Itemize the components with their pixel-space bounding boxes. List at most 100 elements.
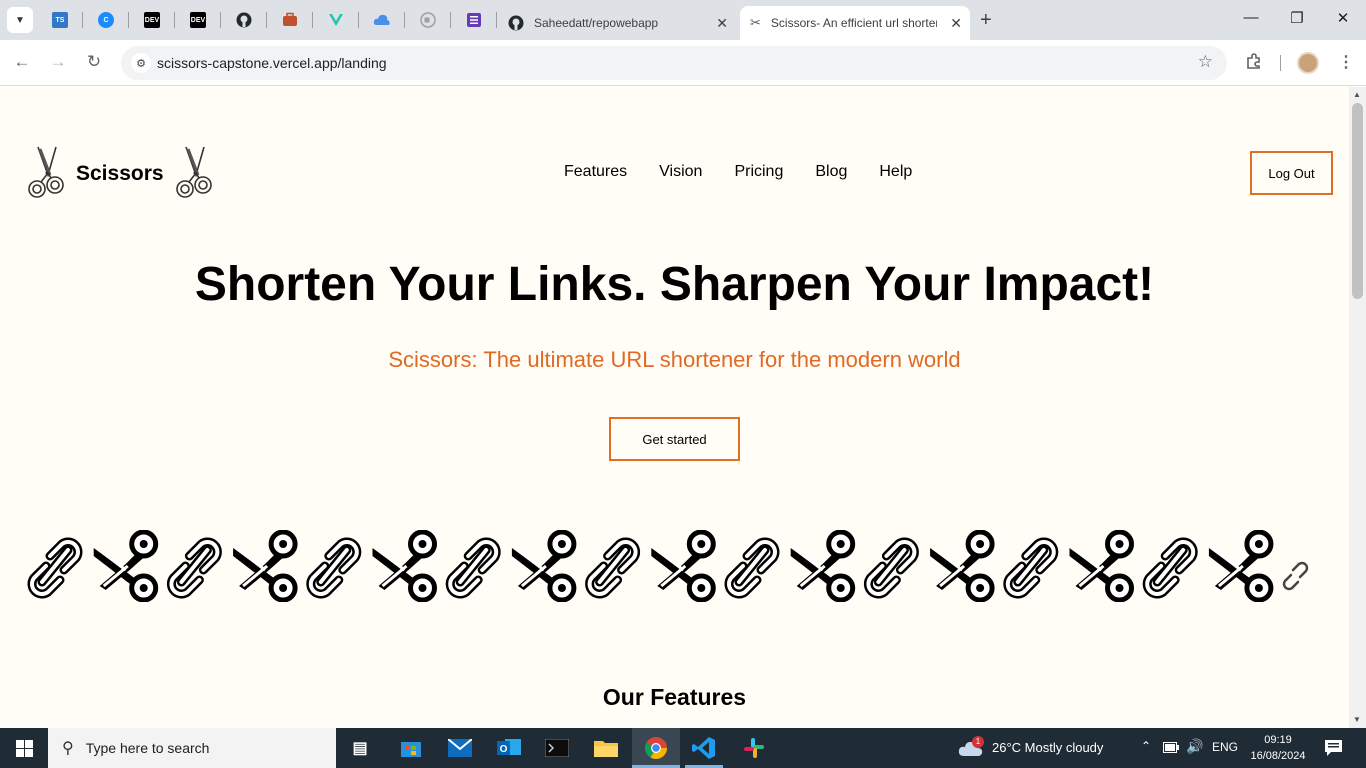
- terminal-icon[interactable]: [543, 734, 571, 762]
- scissors-icon: ✂: [750, 15, 761, 30]
- record-icon: [420, 12, 436, 28]
- close-icon[interactable]: ✕: [950, 15, 962, 32]
- address-bar[interactable]: ⚙ scissors-capstone.vercel.app/landing ☆: [121, 46, 1227, 80]
- scroll-down-icon[interactable]: ▼: [1353, 715, 1361, 724]
- briefcase-icon: [283, 12, 297, 26]
- menu-dots-icon[interactable]: ⋮: [1338, 52, 1354, 72]
- get-started-button[interactable]: Get started: [609, 417, 740, 461]
- reload-icon[interactable]: ↻: [84, 52, 104, 72]
- clock-time: 09:19: [1264, 734, 1292, 746]
- nav-vision[interactable]: Vision: [659, 163, 702, 181]
- slack-icon[interactable]: [740, 734, 768, 762]
- nav-features[interactable]: Features: [564, 163, 627, 181]
- scroll-thumb[interactable]: [1352, 103, 1363, 299]
- profile-avatar[interactable]: [1297, 52, 1319, 74]
- restore-icon[interactable]: ❐: [1287, 9, 1307, 27]
- chrome-c-icon: C: [98, 12, 114, 28]
- clock-date: 16/08/2024: [1250, 750, 1306, 762]
- tab-strip: ▼ TS C DEV DEV Saheedatt/repowebapp ✕ ✂ …: [0, 0, 1366, 40]
- svg-text:O: O: [500, 744, 508, 755]
- scissors-icon: [1070, 532, 1132, 600]
- pinned-tab-form[interactable]: [462, 8, 486, 32]
- pinned-tab-c[interactable]: C: [94, 8, 118, 32]
- pinned-tab-dev-2[interactable]: DEV: [186, 8, 210, 32]
- windows-start-icon[interactable]: [16, 740, 33, 757]
- tab-search-button[interactable]: ▼: [7, 7, 33, 33]
- scissors-icon: [512, 532, 574, 600]
- new-tab-button[interactable]: +: [980, 9, 992, 32]
- tab-repowebapp[interactable]: Saheedatt/repowebapp ✕: [498, 6, 736, 40]
- close-icon[interactable]: ✕: [716, 15, 728, 32]
- bookmark-star-icon[interactable]: ☆: [1198, 52, 1213, 72]
- nav-help[interactable]: Help: [879, 163, 912, 181]
- weather-text: 26°C Mostly cloudy: [992, 740, 1104, 755]
- back-icon[interactable]: ←: [12, 52, 32, 72]
- github-icon: [508, 15, 524, 31]
- pinned-tab-typescript[interactable]: TS: [48, 8, 72, 32]
- nav-pricing[interactable]: Pricing: [734, 163, 783, 181]
- tab-scissors[interactable]: ✂ Scissors- An efficient url shortener ✕: [740, 6, 970, 40]
- link-icon: [729, 542, 775, 594]
- link-icon: [32, 542, 78, 594]
- file-explorer-icon[interactable]: [592, 734, 620, 762]
- tab-separator: [174, 12, 175, 28]
- weather-widget[interactable]: 1 26°C Mostly cloudy: [958, 728, 1128, 768]
- forward-icon[interactable]: →: [48, 52, 68, 72]
- url-text: scissors-capstone.vercel.app/landing: [157, 55, 387, 71]
- pinned-tab-cloud[interactable]: [370, 8, 394, 32]
- extensions-icon[interactable]: [1245, 52, 1263, 75]
- logout-button[interactable]: Log Out: [1250, 151, 1333, 195]
- tab-separator: [404, 12, 405, 28]
- search-placeholder: Type here to search: [85, 740, 210, 756]
- scissors-icon: [791, 532, 853, 600]
- scissors-icon: [94, 532, 156, 600]
- site-settings-icon[interactable]: ⚙: [131, 53, 151, 73]
- site-logo[interactable]: Scissors: [26, 145, 214, 203]
- pinned-tab-vue[interactable]: [324, 8, 348, 32]
- tab-separator: [312, 12, 313, 28]
- search-icon: ⚲: [62, 740, 74, 757]
- volume-icon[interactable]: 🔊: [1186, 738, 1203, 755]
- vscode-icon[interactable]: [690, 734, 718, 762]
- scroll-up-icon[interactable]: ▲: [1353, 90, 1361, 99]
- taskbar-search[interactable]: ⚲ Type here to search: [48, 728, 336, 768]
- language-indicator[interactable]: ENG: [1212, 740, 1238, 754]
- tab-separator: [128, 12, 129, 28]
- pinned-tab-record[interactable]: [416, 8, 440, 32]
- dev-icon: DEV: [190, 12, 206, 28]
- typescript-icon: TS: [52, 12, 68, 28]
- mail-icon[interactable]: [446, 734, 474, 762]
- tab-separator: [266, 12, 267, 28]
- store-icon[interactable]: [397, 734, 425, 762]
- toolbar-divider: [1280, 55, 1281, 71]
- link-icon: [1008, 542, 1054, 594]
- link-icon: [590, 542, 636, 594]
- windows-taskbar: ⚲ Type here to search ▤ O 1 26°C Mostly …: [0, 728, 1366, 768]
- task-view-icon[interactable]: ▤: [346, 734, 374, 762]
- nav-blog[interactable]: Blog: [815, 163, 847, 181]
- clock[interactable]: 09:19 16/08/2024: [1245, 732, 1311, 764]
- chrome-icon[interactable]: [642, 734, 670, 762]
- link-icon: [450, 542, 496, 594]
- tab-separator: [496, 12, 497, 28]
- main-nav: Features Vision Pricing Blog Help: [564, 163, 912, 181]
- form-icon: [467, 13, 481, 27]
- page-content: Scissors Features Vision Pricing Blog He…: [0, 87, 1349, 728]
- outlook-icon[interactable]: O: [495, 734, 523, 762]
- scissors-icon: [930, 532, 992, 600]
- github-icon: [236, 12, 252, 28]
- scissors-icon: [1209, 532, 1271, 600]
- close-window-icon[interactable]: ✕: [1333, 9, 1353, 27]
- pinned-tab-github[interactable]: [232, 8, 256, 32]
- battery-icon[interactable]: [1163, 742, 1179, 753]
- minimize-icon[interactable]: —: [1241, 9, 1261, 26]
- pinned-tab-dev[interactable]: DEV: [140, 8, 164, 32]
- pinned-tab-briefcase[interactable]: [278, 8, 302, 32]
- notifications-icon[interactable]: [1325, 740, 1342, 756]
- browser-toolbar: ← → ↻ ⚙ scissors-capstone.vercel.app/lan…: [0, 40, 1366, 86]
- dev-icon: DEV: [144, 12, 160, 28]
- tray-chevron-icon[interactable]: ⌃: [1141, 739, 1151, 753]
- scissors-icon: [373, 532, 435, 600]
- vue-icon: [329, 14, 343, 26]
- page-scrollbar[interactable]: ▲ ▼: [1349, 87, 1366, 728]
